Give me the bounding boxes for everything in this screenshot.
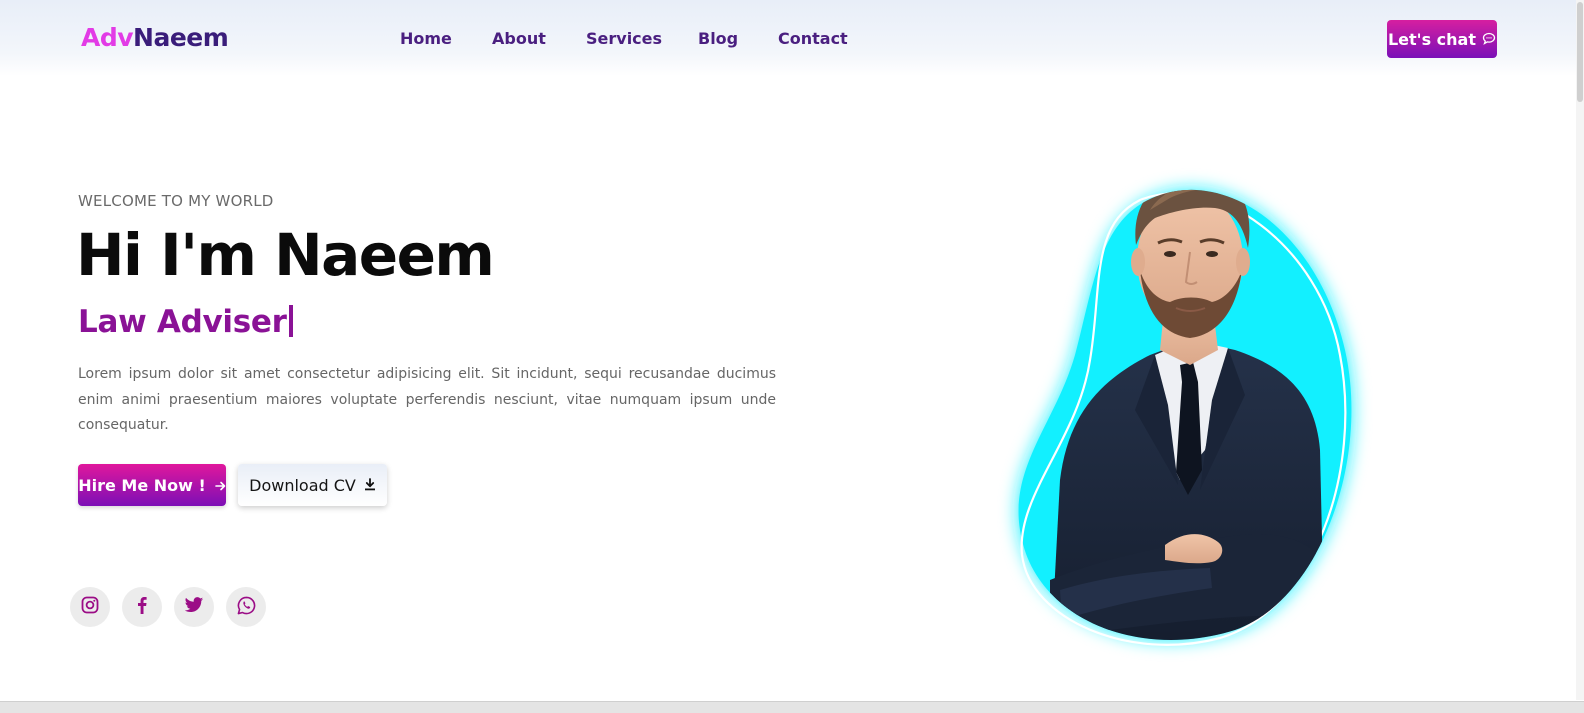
twitter-link[interactable] [174, 587, 214, 627]
nav-blog[interactable]: Blog [698, 27, 738, 51]
facebook-link[interactable] [122, 587, 162, 627]
site-header: AdvNaeem Home About Services Blog Contac… [0, 0, 1584, 76]
hire-me-label: Hire Me Now ! [78, 475, 206, 495]
vertical-scrollbar[interactable] [1576, 0, 1584, 700]
whatsapp-icon [237, 596, 256, 619]
arrow-right-icon [214, 476, 226, 495]
logo-part-adv: Adv [81, 23, 134, 52]
hero-title: Hi I'm Naeem [76, 221, 495, 289]
logo-part-naeem: Naeem [133, 23, 229, 52]
nav-contact[interactable]: Contact [778, 27, 848, 51]
page: AdvNaeem Home About Services Blog Contac… [0, 0, 1584, 713]
instagram-icon [81, 596, 99, 618]
typing-cursor [288, 305, 293, 337]
nav-about[interactable]: About [492, 27, 546, 51]
role-typed-text: Law Adviser [78, 302, 293, 342]
whatsapp-link[interactable] [226, 587, 266, 627]
hire-me-button[interactable]: Hire Me Now ! [78, 464, 226, 506]
download-cv-label: Download CV [249, 475, 356, 495]
bottom-bar [0, 701, 1584, 713]
portrait-illustration [1018, 189, 1352, 646]
scrollbar-thumb[interactable] [1577, 2, 1583, 102]
role-label: Law Adviser [78, 304, 287, 340]
hero-description: Lorem ipsum dolor sit amet consectetur a… [78, 366, 776, 433]
chat-bubble-icon [1482, 32, 1496, 46]
lets-chat-button[interactable]: Let's chat [1387, 20, 1497, 58]
twitter-icon [184, 596, 204, 618]
download-icon [364, 476, 376, 495]
portrait-area [990, 150, 1390, 670]
nav-home[interactable]: Home [400, 27, 452, 51]
facebook-icon [137, 596, 147, 618]
welcome-text: WELCOME TO MY WORLD [78, 192, 274, 210]
instagram-link[interactable] [70, 587, 110, 627]
download-cv-button[interactable]: Download CV [238, 464, 387, 506]
lets-chat-label: Let's chat [1387, 29, 1476, 49]
nav-services[interactable]: Services [586, 27, 662, 51]
logo[interactable]: AdvNaeem [81, 20, 229, 56]
